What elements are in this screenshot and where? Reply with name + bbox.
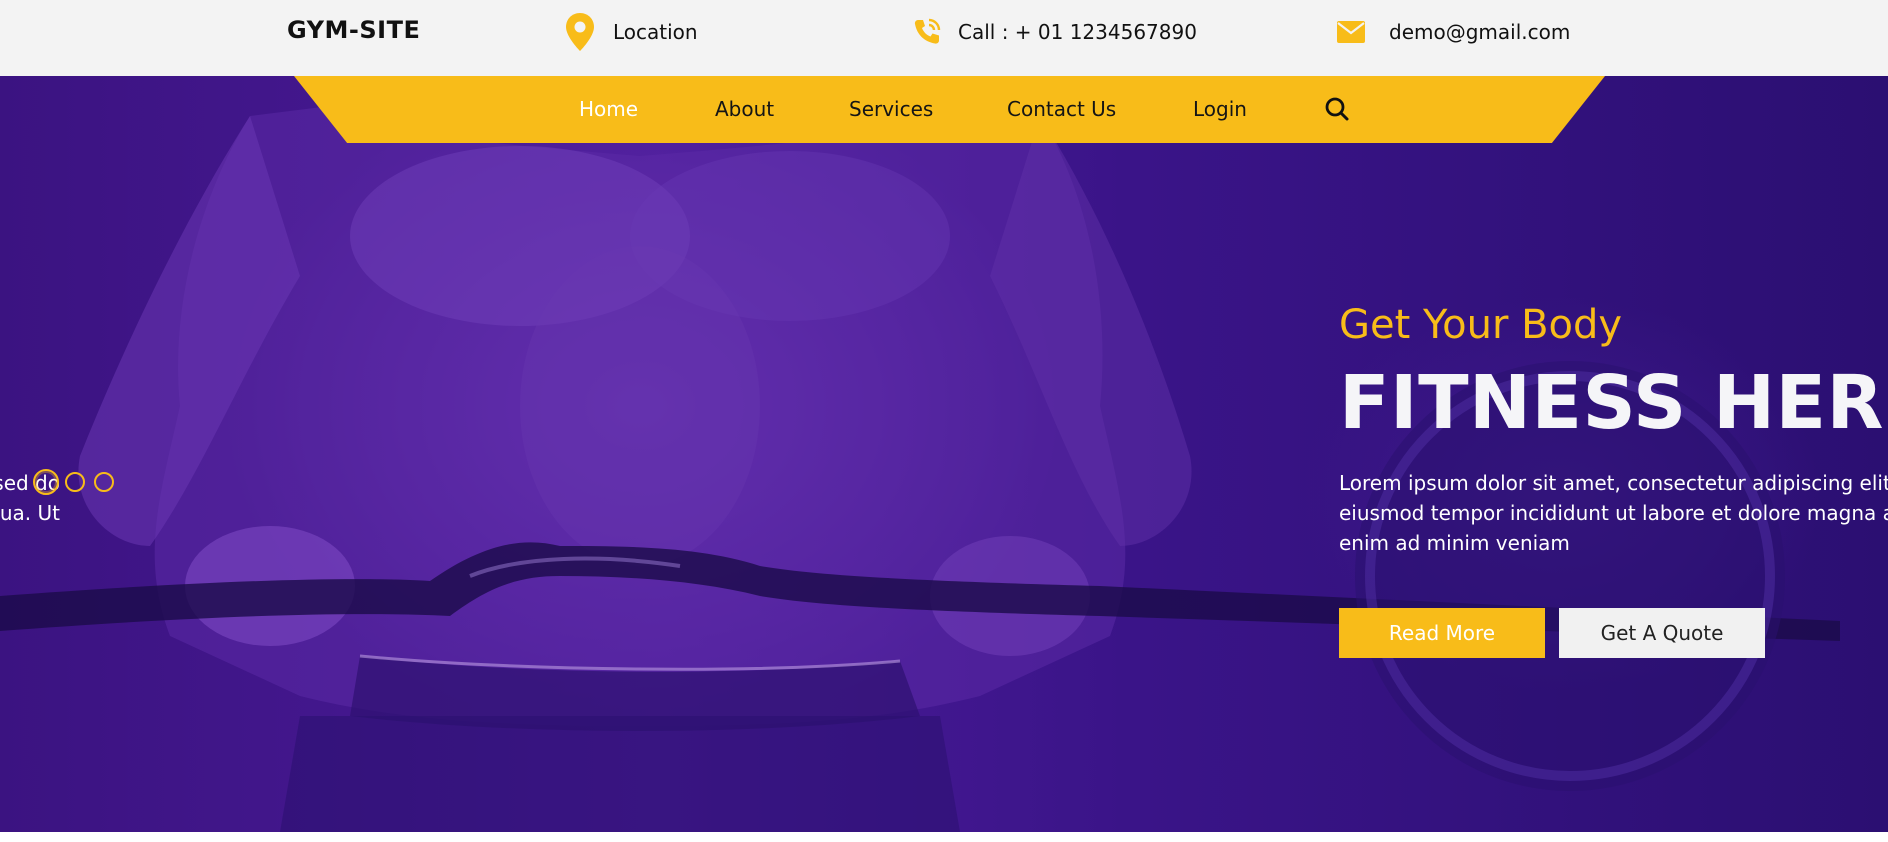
nav-item-contact-us[interactable]: Contact Us	[1007, 97, 1116, 121]
previous-slide-line: liqua. Ut	[0, 501, 60, 525]
hero-background-image	[0, 106, 1840, 832]
nav-item-login[interactable]: Login	[1193, 97, 1247, 121]
map-pin-icon	[566, 13, 594, 51]
read-more-button[interactable]: Read More	[1339, 608, 1545, 658]
get-a-quote-button[interactable]: Get A Quote	[1559, 608, 1765, 658]
hero-headline: FITNESS HERE	[1339, 360, 1888, 446]
envelope-icon	[1337, 21, 1365, 43]
top-info-bar: GYM-SITE Location Call : + 01 1234567890	[0, 0, 1888, 76]
nav-item-home[interactable]: Home	[579, 97, 638, 121]
page-bottom-edge	[0, 832, 1888, 842]
hero-description-line: enim ad minim veniam	[1339, 531, 1570, 555]
carousel-indicators	[33, 469, 114, 495]
nav-item-about[interactable]: About	[715, 97, 774, 121]
carousel-dot[interactable]	[65, 472, 85, 492]
hero-description-line: Lorem ipsum dolor sit amet, consectetur …	[1339, 471, 1888, 495]
location-label: Location	[613, 20, 698, 44]
location-info[interactable]: Location	[566, 12, 698, 52]
hero-description-line: eiusmod tempor incididunt ut labore et d…	[1339, 501, 1888, 525]
hero-description: Lorem ipsum dolor sit amet, consectetur …	[1339, 468, 1888, 558]
hero-slider	[0, 76, 1888, 832]
hero-kicker: Get Your Body	[1339, 302, 1623, 348]
phone-icon	[912, 17, 942, 47]
phone-label: Call : + 01 1234567890	[958, 20, 1197, 44]
email-info[interactable]: demo@gmail.com	[1337, 12, 1570, 52]
carousel-dot[interactable]	[94, 472, 114, 492]
carousel-dot[interactable]	[33, 469, 59, 495]
phone-info[interactable]: Call : + 01 1234567890	[912, 12, 1197, 52]
main-navigation: Home About Services Contact Us Login	[294, 76, 1605, 143]
search-icon[interactable]	[1324, 96, 1350, 126]
nav-item-services[interactable]: Services	[849, 97, 933, 121]
email-label: demo@gmail.com	[1389, 20, 1571, 44]
brand-logo[interactable]: GYM-SITE	[287, 16, 420, 44]
